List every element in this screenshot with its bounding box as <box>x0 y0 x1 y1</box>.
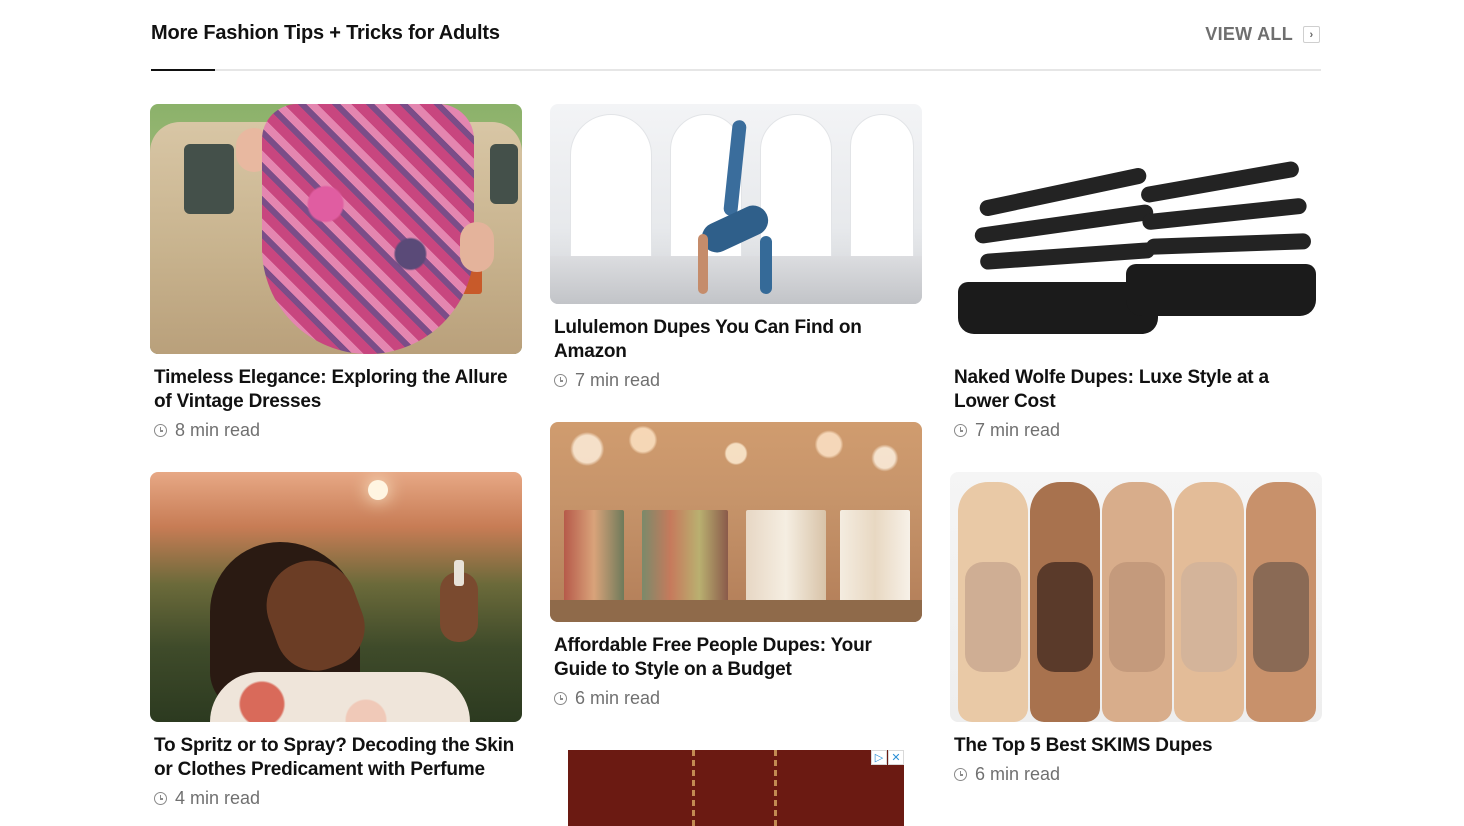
article-card[interactable]: The Top 5 Best SKIMS Dupes 6 min read <box>950 472 1322 785</box>
article-title[interactable]: The Top 5 Best SKIMS Dupes <box>954 734 1318 758</box>
swimsuit <box>1253 562 1309 672</box>
read-time: 7 min read <box>975 420 1061 440</box>
article-meta: 7 min read <box>554 370 918 391</box>
swimsuit <box>1181 562 1237 672</box>
clothing-rack <box>746 510 826 610</box>
sandal-strap <box>1139 160 1301 204</box>
read-time: 6 min read <box>575 688 661 708</box>
clock-icon <box>554 692 567 705</box>
van-window <box>184 144 234 214</box>
article-image[interactable] <box>150 104 522 354</box>
ad-choices[interactable]: ▷ ✕ <box>871 750 904 765</box>
read-time: 6 min read <box>975 764 1061 784</box>
clock-icon <box>954 768 967 781</box>
clothing-rack <box>564 510 624 610</box>
article-title[interactable]: To Spritz or to Spray? Decoding the Skin… <box>154 734 518 782</box>
read-time: 8 min read <box>175 420 261 440</box>
article-title[interactable]: Naked Wolfe Dupes: Luxe Style at a Lower… <box>954 366 1318 414</box>
sun <box>368 480 388 500</box>
article-meta: 6 min read <box>954 764 1318 785</box>
article-card[interactable]: Timeless Elegance: Exploring the Allure … <box>150 104 522 441</box>
perfume-bottle <box>454 560 464 586</box>
clock-icon <box>554 374 567 387</box>
view-all-label: VIEW ALL <box>1205 24 1293 44</box>
article-meta: 7 min read <box>954 420 1318 441</box>
floor <box>550 600 922 622</box>
article-title[interactable]: Timeless Elegance: Exploring the Allure … <box>154 366 518 414</box>
article-image[interactable] <box>150 472 522 722</box>
read-time: 4 min read <box>175 788 261 808</box>
article-image[interactable] <box>550 104 922 304</box>
arm-illustration <box>460 222 494 272</box>
article-image[interactable] <box>550 422 922 622</box>
section-divider <box>151 69 1321 71</box>
swimsuit <box>965 562 1021 672</box>
article-meta: 6 min read <box>554 688 918 709</box>
clock-icon <box>954 424 967 437</box>
swimsuit <box>1037 562 1093 672</box>
swimsuit <box>1109 562 1165 672</box>
string-lights <box>550 422 922 512</box>
clothing-rack <box>840 510 910 610</box>
article-image[interactable] <box>950 104 1322 354</box>
woman-illustration <box>210 672 470 722</box>
article-title[interactable]: Lululemon Dupes You Can Find on Amazon <box>554 316 918 364</box>
section-title: More Fashion Tips + Tricks for Adults <box>151 22 500 44</box>
clock-icon <box>154 792 167 805</box>
article-meta: 8 min read <box>154 420 518 441</box>
section-divider-accent <box>151 69 215 71</box>
article-meta: 4 min read <box>154 788 518 809</box>
clothing-rack <box>642 510 728 610</box>
dress-illustration <box>262 104 474 354</box>
article-card[interactable]: Naked Wolfe Dupes: Luxe Style at a Lower… <box>950 104 1322 441</box>
article-card[interactable]: Lululemon Dupes You Can Find on Amazon 7… <box>550 104 922 391</box>
article-card[interactable]: Affordable Free People Dupes: Your Guide… <box>550 422 922 709</box>
article-card[interactable]: To Spritz or to Spray? Decoding the Skin… <box>150 472 522 809</box>
chevron-right-icon: › <box>1303 26 1320 43</box>
article-title[interactable]: Affordable Free People Dupes: Your Guide… <box>554 634 918 682</box>
yoga-figure <box>698 234 708 294</box>
article-image[interactable] <box>950 472 1322 722</box>
ad-chain-graphic <box>774 750 777 826</box>
view-all-link[interactable]: VIEW ALL › <box>1205 24 1320 45</box>
van-window <box>490 144 518 204</box>
read-time: 7 min read <box>575 370 661 390</box>
ad-choices-icon[interactable]: ▷ <box>871 750 887 765</box>
ad-chain-graphic <box>692 750 695 826</box>
advertisement[interactable]: ▷ ✕ <box>568 750 904 826</box>
sandal-strap <box>1141 197 1308 231</box>
yoga-figure <box>760 236 772 294</box>
sandal-sole <box>1126 264 1316 316</box>
close-icon[interactable]: ✕ <box>888 750 904 765</box>
sandal-strap <box>1145 233 1312 255</box>
clock-icon <box>154 424 167 437</box>
floor <box>550 256 922 304</box>
